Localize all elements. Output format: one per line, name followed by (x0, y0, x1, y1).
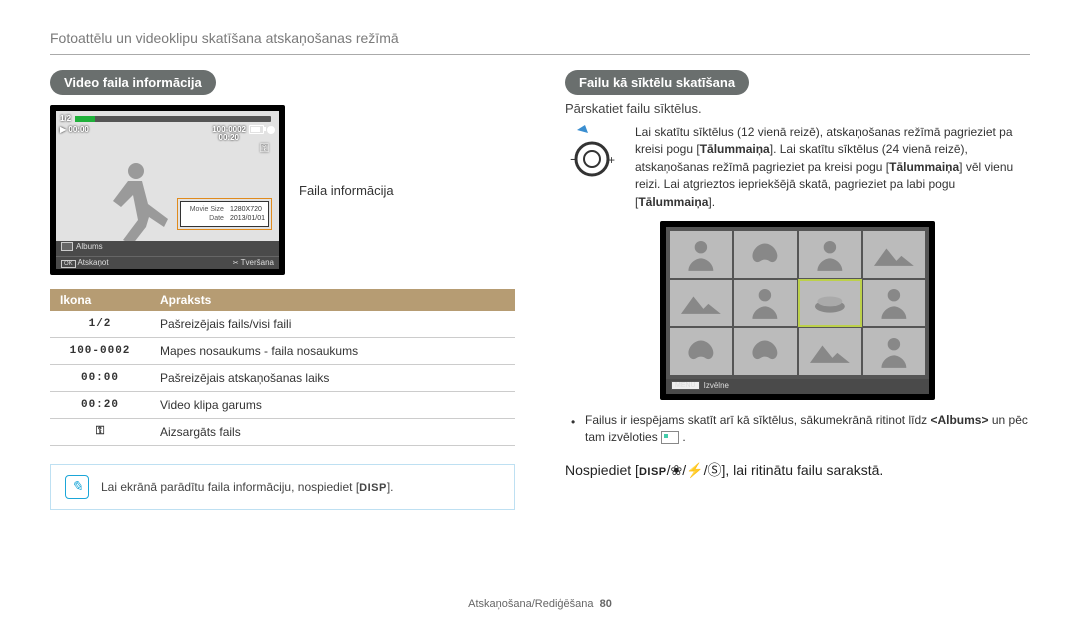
macro-icon: ❀ (671, 462, 683, 478)
table-row: ⚿Aizsargāts fails (50, 419, 515, 446)
timer-icon: Ⓢ (707, 462, 721, 478)
table-row: 00:00Pašreizējais atskaņošanas laiks (50, 365, 515, 392)
menu-button-label: MENU (671, 381, 700, 390)
section-title-right: Failu kā sīktēlu skatīšana (565, 70, 749, 95)
dancer-silhouette (86, 151, 186, 251)
camera-screen: 1/2 ▶ 00:00 100-0002 00:20 ⚿ (50, 105, 285, 275)
albums-icon (61, 242, 73, 251)
subtitle: Pārskatiet failu sīktēlus. (565, 101, 1030, 116)
table-header-desc: Apraksts (150, 289, 515, 311)
bullet-note: • Failus ir iespējams skatīt arī kā sīkt… (565, 412, 1030, 446)
svg-text:+: + (608, 153, 615, 167)
file-info-overlay: Movie Size1280X720 Date2013/01/01 (180, 201, 269, 227)
divider (50, 54, 1030, 55)
selected-thumbnail (799, 280, 861, 327)
duration: 00:20 (219, 133, 239, 142)
table-row: 1/2Pašreizējais fails/visi faili (50, 311, 515, 338)
zoom-dial-icon: − + (565, 124, 620, 184)
flash-icon: ⚡ (686, 462, 703, 478)
albums-label: Albums (76, 242, 103, 251)
thumbnail-screen: MENU Izvēlne (660, 221, 935, 400)
press-instruction: Nospiediet [DISP/❀/⚡/Ⓢ], lai ritinātu fa… (565, 460, 1030, 480)
disp-button-label: DISP (359, 482, 387, 494)
album-tiny-icon (661, 431, 679, 444)
table-row: 00:20Video klipa garums (50, 392, 515, 419)
play-label: Atskaņot (77, 258, 108, 267)
menu-label: Izvēlne (704, 381, 729, 390)
section-title-left: Video faila informācija (50, 70, 216, 95)
svg-text:−: − (570, 151, 578, 167)
table-header-icon: Ikona (50, 289, 150, 311)
counter: 1/2 (60, 114, 71, 123)
icon-description-table: Ikona Apraksts 1/2Pašreizējais fails/vis… (50, 289, 515, 446)
file-info-pointer-label: Faila informācija (299, 183, 394, 198)
footer: Atskaņošana/Rediģēšana 80 (50, 598, 1030, 610)
breadcrumb: Fotoattēlu un videoklipu skatīšana atska… (50, 30, 1030, 46)
note-box: ✎ Lai ekrānā parādītu faila informāciju,… (50, 464, 515, 510)
ok-button-icon: OK (61, 260, 76, 268)
zoom-instructions: Lai skatītu sīktēlus (12 vienā reizē), a… (635, 124, 1030, 211)
battery-icon (249, 125, 264, 134)
table-row: 100-0002Mapes nosaukums - faila nosaukum… (50, 338, 515, 365)
progress-bar (75, 116, 271, 122)
note-icon: ✎ (65, 475, 89, 499)
capture-label: Tveršana (241, 258, 274, 267)
lock-icon: ⚿ (260, 141, 269, 156)
